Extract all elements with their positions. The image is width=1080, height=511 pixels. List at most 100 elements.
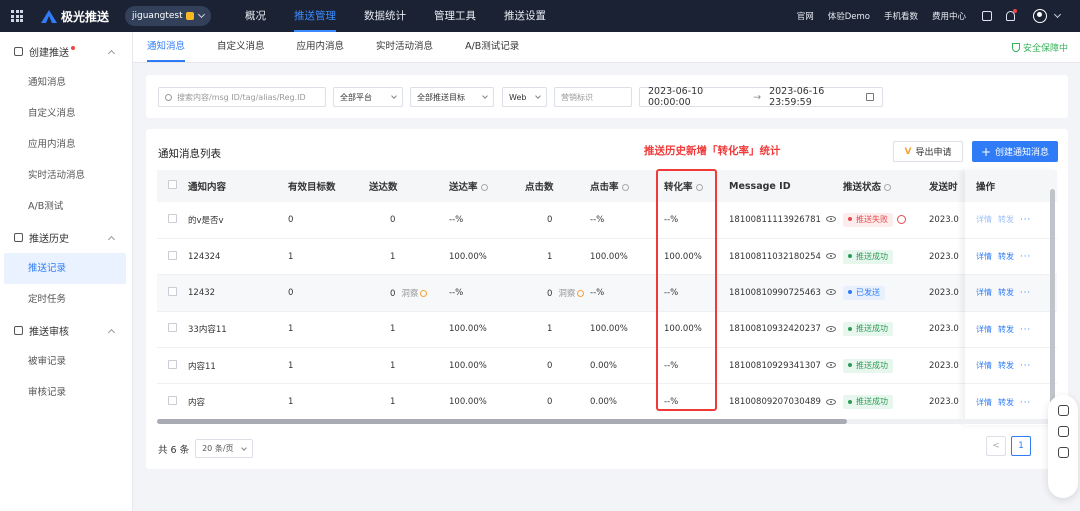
forward-link[interactable]: 转发 xyxy=(998,288,1014,297)
tab-custom[interactable]: 自定义消息 xyxy=(217,31,265,62)
sidebar-item-reviewed[interactable]: 被审记录 xyxy=(0,346,132,377)
target-select[interactable]: 全部推送目标 xyxy=(410,87,494,107)
error-info-icon[interactable] xyxy=(897,214,906,224)
detail-link[interactable]: 详情 xyxy=(976,325,992,334)
row-checkbox[interactable] xyxy=(168,250,177,260)
detail-link[interactable]: 详情 xyxy=(976,252,992,261)
tag-input[interactable]: 营销标识 xyxy=(554,87,632,107)
app-grid-icon[interactable] xyxy=(11,10,23,22)
eye-icon[interactable] xyxy=(825,398,836,405)
bell-icon[interactable] xyxy=(1006,9,1017,21)
sidebar-item-notification[interactable]: 通知消息 xyxy=(0,67,132,98)
create-notification-button[interactable]: + 创建通知消息 xyxy=(972,141,1058,162)
row-checkbox[interactable] xyxy=(168,213,177,223)
scrollbar-thumb[interactable] xyxy=(157,419,847,424)
safety-status[interactable]: 安全保障中 xyxy=(1011,41,1068,54)
more-actions-icon[interactable]: ··· xyxy=(1020,215,1031,225)
sidebar-group-create[interactable]: 创建推送 xyxy=(0,36,132,67)
more-actions-icon[interactable]: ··· xyxy=(1020,288,1031,298)
link-official-site[interactable]: 官网 xyxy=(797,10,814,22)
detail-link[interactable]: 详情 xyxy=(976,288,992,297)
prev-page-button[interactable]: < xyxy=(986,436,1006,456)
eye-icon[interactable] xyxy=(825,253,836,260)
cell-click-rate: --% xyxy=(590,274,654,312)
nav-tools[interactable]: 管理工具 xyxy=(434,0,476,32)
nav-settings[interactable]: 推送设置 xyxy=(504,0,546,32)
sidebar-item-live-activity[interactable]: 实时活动消息 xyxy=(0,160,132,191)
sidebar-item-scheduled[interactable]: 定时任务 xyxy=(0,284,132,315)
page-size-select[interactable]: 20 条/页 xyxy=(195,439,254,458)
export-button[interactable]: V 导出申请 xyxy=(893,141,963,162)
row-checkbox[interactable] xyxy=(168,286,177,296)
row-checkbox[interactable] xyxy=(168,359,177,369)
nav-overview[interactable]: 概况 xyxy=(245,0,266,32)
more-actions-icon[interactable]: ··· xyxy=(1020,252,1031,262)
book-icon[interactable] xyxy=(982,11,992,21)
headset-icon[interactable] xyxy=(1057,426,1069,437)
wechat-icon[interactable] xyxy=(1057,405,1069,416)
forward-link[interactable]: 转发 xyxy=(998,325,1014,334)
more-actions-icon[interactable]: ··· xyxy=(1020,398,1031,408)
search-icon xyxy=(165,93,172,101)
tab-notification[interactable]: 通知消息 xyxy=(147,31,186,62)
chevron-down-icon xyxy=(482,93,488,99)
sidebar-group-review[interactable]: 推送审核 xyxy=(0,315,132,346)
cell-delivered: 1 xyxy=(359,383,449,421)
insight-link[interactable]: 洞察 xyxy=(401,289,428,299)
sidebar-item-inapp[interactable]: 应用内消息 xyxy=(0,129,132,160)
tab-live-activity[interactable]: 实时活动消息 xyxy=(376,31,433,62)
detail-link[interactable]: 详情 xyxy=(976,398,992,407)
logo[interactable]: 极光推送 xyxy=(41,8,109,25)
more-actions-icon[interactable]: ··· xyxy=(1020,361,1031,371)
horizontal-scrollbar[interactable] xyxy=(157,419,1057,424)
tab-inapp[interactable]: 应用内消息 xyxy=(297,31,345,62)
help-icon[interactable] xyxy=(621,184,629,191)
row-checkbox[interactable] xyxy=(168,323,177,333)
cell-clicks: 1 xyxy=(513,238,590,276)
sidebar-item-ab-test[interactable]: A/B测试 xyxy=(0,191,132,222)
row-checkbox[interactable] xyxy=(168,396,177,406)
sidebar-item-push-records[interactable]: 推送记录 xyxy=(4,253,126,284)
header-click-rate: 点击率 xyxy=(590,170,654,202)
table-row: 12432 0 0 洞察 --% 0 洞察 --% --% 18100810990725463 已发… xyxy=(157,274,1057,312)
eye-icon[interactable] xyxy=(825,216,836,223)
detail-link[interactable]: 详情 xyxy=(976,215,992,224)
search-input[interactable]: 搜索内容/msg ID/tag/alias/Reg.ID xyxy=(158,87,326,107)
select-all-checkbox[interactable] xyxy=(168,180,177,189)
forward-link[interactable]: 转发 xyxy=(998,252,1014,261)
eye-icon[interactable] xyxy=(825,362,836,369)
link-billing[interactable]: 费用中心 xyxy=(932,10,966,22)
help-icon[interactable] xyxy=(884,184,892,191)
page-1-button[interactable]: 1 xyxy=(1011,436,1031,456)
clicks-value: 1 xyxy=(547,324,553,335)
eye-icon[interactable] xyxy=(825,325,836,332)
detail-link[interactable]: 详情 xyxy=(976,361,992,370)
nav-statistics[interactable]: 数据统计 xyxy=(364,0,406,32)
user-avatar-icon[interactable] xyxy=(1033,9,1047,23)
channel-select[interactable]: Web xyxy=(502,87,547,107)
sidebar-item-custom[interactable]: 自定义消息 xyxy=(0,98,132,129)
forward-link[interactable]: 转发 xyxy=(998,361,1014,370)
date-range-picker[interactable]: 2023-06-10 00:00:00 → 2023-06-16 23:59:5… xyxy=(639,86,883,108)
more-actions-icon[interactable]: ··· xyxy=(1020,325,1031,335)
platform-select[interactable]: 全部平台 xyxy=(333,87,403,107)
eye-icon[interactable] xyxy=(825,289,836,296)
app-switcher[interactable]: jiguangtest xyxy=(125,6,212,26)
chevron-down-icon[interactable] xyxy=(1053,10,1062,19)
cell-click-rate: 0.00% xyxy=(590,383,654,421)
insight-link[interactable]: 洞察 xyxy=(558,289,585,299)
edit-icon[interactable] xyxy=(1057,447,1069,458)
nav-push-management[interactable]: 推送管理 xyxy=(294,0,337,32)
sidebar-group-history[interactable]: 推送历史 xyxy=(0,222,132,253)
sidebar-item-review-log[interactable]: 审核记录 xyxy=(0,377,132,408)
help-icon[interactable] xyxy=(480,184,488,191)
link-mobile[interactable]: 手机看数 xyxy=(884,10,918,22)
table-row: 124324 1 1 100.00% 1 100.00% 100.00% 1810081103… xyxy=(157,238,1057,276)
tab-ab-test[interactable]: A/B测试记录 xyxy=(465,31,519,62)
vertical-scrollbar[interactable] xyxy=(1050,189,1055,409)
status-badge: 推送失败 xyxy=(843,212,893,227)
link-demo[interactable]: 体验Demo xyxy=(828,10,870,22)
cell-status: 推送成功 xyxy=(843,383,929,421)
forward-link[interactable]: 转发 xyxy=(998,215,1014,224)
forward-link[interactable]: 转发 xyxy=(998,398,1014,407)
